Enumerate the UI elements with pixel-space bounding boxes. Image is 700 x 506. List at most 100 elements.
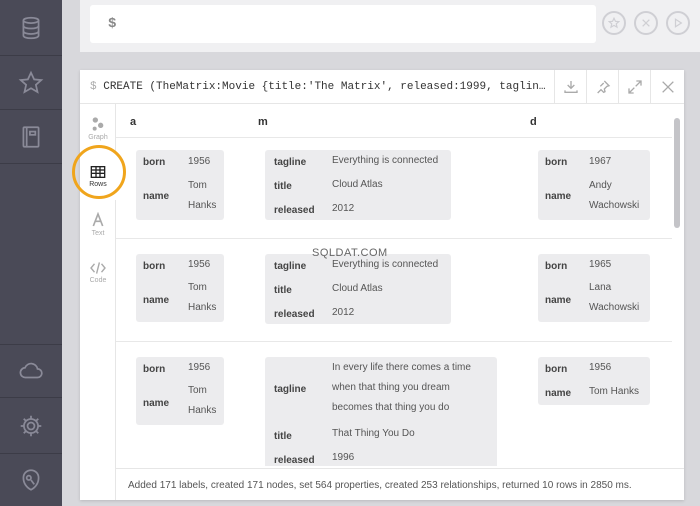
property-key: released (274, 205, 315, 216)
graph-icon (92, 116, 104, 131)
code-icon (90, 261, 106, 274)
property-value: 1956 (188, 362, 211, 373)
property-key: name (143, 191, 170, 202)
tab-text[interactable]: Text (80, 200, 116, 248)
node-card-a[interactable]: born 1956 name Tom Hanks (136, 254, 224, 322)
node-card-d[interactable]: born 1967 name Andy Wachowski (538, 150, 650, 220)
property-value: Cloud Atlas (332, 283, 383, 294)
property-value: Tom Hanks (188, 385, 217, 416)
property-value: That Thing You Do (332, 428, 415, 439)
tab-code[interactable]: Code (80, 248, 116, 296)
column-header-d: d (530, 116, 537, 128)
property-key: born (143, 364, 166, 375)
text-icon (92, 211, 104, 226)
cloud-button[interactable] (0, 344, 62, 398)
cloud-icon (19, 362, 43, 379)
property-key: born (545, 364, 568, 375)
property-value: Cloud Atlas (332, 179, 383, 190)
node-card-a[interactable]: born 1956 name Tom Hanks (136, 150, 224, 220)
watermark-text: SQLDAT.COM (312, 247, 388, 259)
close-frame-button[interactable] (650, 70, 684, 104)
status-bar: Added 171 labels, created 171 nodes, set… (116, 468, 684, 500)
property-key: born (545, 261, 568, 272)
about-button[interactable] (0, 454, 62, 506)
sidebar (0, 0, 62, 506)
property-key: tagline (274, 157, 307, 168)
clear-query-button[interactable] (634, 11, 658, 35)
download-icon (563, 81, 578, 93)
node-card-d[interactable]: born 1956 name Tom Hanks (538, 357, 650, 405)
node-card-m[interactable]: tagline Everything is connected title Cl… (265, 254, 451, 324)
property-key: born (143, 261, 166, 272)
scrollbar-thumb[interactable] (674, 118, 680, 228)
node-card-m[interactable]: tagline Everything is connected title Cl… (265, 150, 451, 220)
run-query-button[interactable] (666, 11, 690, 35)
database-icon (22, 16, 40, 39)
node-card-a[interactable]: born 1956 name Tom Hanks (136, 357, 224, 425)
property-key: born (545, 157, 568, 168)
property-key: released (274, 455, 315, 466)
node-card-d[interactable]: born 1965 name Lana Wachowski (538, 254, 650, 322)
view-tabs: Graph Rows Text Code (72, 104, 126, 500)
property-key: name (143, 295, 170, 306)
property-key: tagline (274, 384, 307, 395)
settings-button[interactable] (0, 398, 62, 454)
database-button[interactable] (0, 0, 62, 56)
property-value: Tom Hanks (589, 386, 640, 397)
property-value: Everything is connected (332, 155, 439, 166)
property-key: title (274, 285, 292, 296)
favorite-query-button[interactable] (602, 11, 626, 35)
property-key: title (274, 181, 292, 192)
property-value: Tom Hanks (188, 282, 217, 313)
gear-icon (20, 415, 42, 436)
tab-code-label: Code (89, 276, 107, 284)
property-value: 1967 (589, 156, 612, 167)
favorites-button[interactable] (0, 56, 62, 110)
pin-icon (596, 80, 610, 94)
property-key: name (545, 191, 572, 202)
star-icon (608, 17, 620, 29)
frame-command-text: CREATE (TheMatrix:Movie {title:'The Matr… (103, 81, 550, 93)
property-value: Lana Wachowski (589, 282, 640, 313)
property-value: 1965 (589, 259, 612, 270)
property-value: Andy Wachowski (589, 180, 640, 211)
property-value: 1956 (188, 259, 211, 270)
results-table: a m d born 1956 name Tom Hanks tagline E… (116, 104, 672, 466)
book-icon (22, 125, 40, 148)
download-button[interactable] (554, 70, 586, 104)
play-icon (674, 18, 683, 28)
property-key: tagline (274, 261, 307, 272)
tab-graph-label: Graph (88, 133, 108, 141)
node-card-m[interactable]: tagline In every life there comes a time… (265, 357, 497, 466)
property-key: born (143, 157, 166, 168)
row-separator (116, 238, 672, 239)
frame-command[interactable]: $ CREATE (TheMatrix:Movie {title:'The Ma… (90, 81, 550, 93)
neo4j-logo-icon (22, 469, 40, 491)
expand-button[interactable] (618, 70, 650, 104)
property-key: name (545, 388, 572, 399)
property-key: title (274, 431, 292, 442)
pin-button[interactable] (586, 70, 618, 104)
query-editor-input[interactable] (90, 5, 596, 43)
property-value: 2012 (332, 307, 355, 318)
column-header-m: m (258, 116, 268, 128)
frame-prompt-symbol: $ (90, 81, 97, 93)
column-header-a: a (130, 116, 137, 128)
result-frame: $ CREATE (TheMatrix:Movie {title:'The Ma… (72, 70, 684, 500)
documentation-button[interactable] (0, 110, 62, 164)
property-key: name (143, 398, 170, 409)
property-key: released (274, 309, 315, 320)
tab-text-label: Text (91, 229, 105, 237)
frame-header: $ CREATE (TheMatrix:Movie {title:'The Ma… (80, 70, 684, 104)
property-value: 1956 (188, 156, 211, 167)
property-value: 1956 (589, 362, 612, 373)
expand-icon (627, 80, 642, 94)
scrollbar[interactable] (672, 104, 684, 466)
property-value: 2012 (332, 203, 355, 214)
editor-prompt-symbol: $ (108, 16, 117, 32)
star-icon (18, 70, 44, 94)
close-icon (661, 81, 674, 93)
property-value: Tom Hanks (188, 180, 217, 211)
close-icon (642, 19, 650, 27)
query-editor-bar: $ (80, 0, 700, 52)
